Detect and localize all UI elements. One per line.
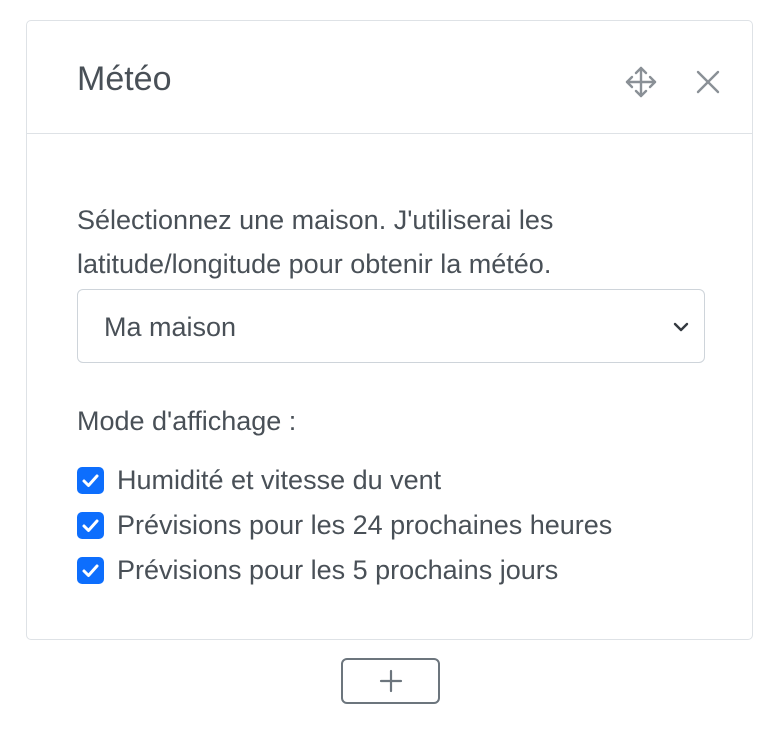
checkbox-5day-forecast[interactable]: [77, 556, 104, 584]
widget-description: Sélectionnez une maison. J'utiliserai le…: [77, 205, 554, 279]
house-select[interactable]: Ma maison: [77, 289, 705, 363]
option-humidity-wind[interactable]: Humidité et vitesse du vent: [77, 460, 441, 500]
move-icon[interactable]: [624, 65, 658, 99]
widget-title: Météo: [77, 60, 172, 98]
chevron-down-icon: [672, 318, 690, 336]
option-5day-forecast[interactable]: Prévisions pour les 5 prochains jours: [77, 550, 558, 590]
display-mode-label: Mode d'affichage :: [77, 406, 297, 436]
option-label: Prévisions pour les 5 prochains jours: [117, 555, 559, 585]
house-select-value: Ma maison: [104, 312, 237, 342]
weather-widget-card: Météo Sélectionnez une maison. J'utilise…: [26, 20, 753, 640]
check-icon: [82, 564, 99, 577]
checkbox-humidity-wind[interactable]: [77, 466, 104, 494]
add-widget-button[interactable]: [341, 658, 440, 704]
option-24h-forecast[interactable]: Prévisions pour les 24 prochaines heures: [77, 505, 612, 545]
close-icon[interactable]: [693, 67, 723, 97]
widget-header: Météo: [27, 21, 752, 134]
option-label: Humidité et vitesse du vent: [117, 465, 442, 495]
checkbox-24h-forecast[interactable]: [77, 511, 104, 539]
option-label: Prévisions pour les 24 prochaines heures: [117, 510, 613, 540]
check-icon: [82, 474, 99, 487]
check-icon: [82, 519, 99, 532]
plus-icon: [379, 669, 402, 693]
